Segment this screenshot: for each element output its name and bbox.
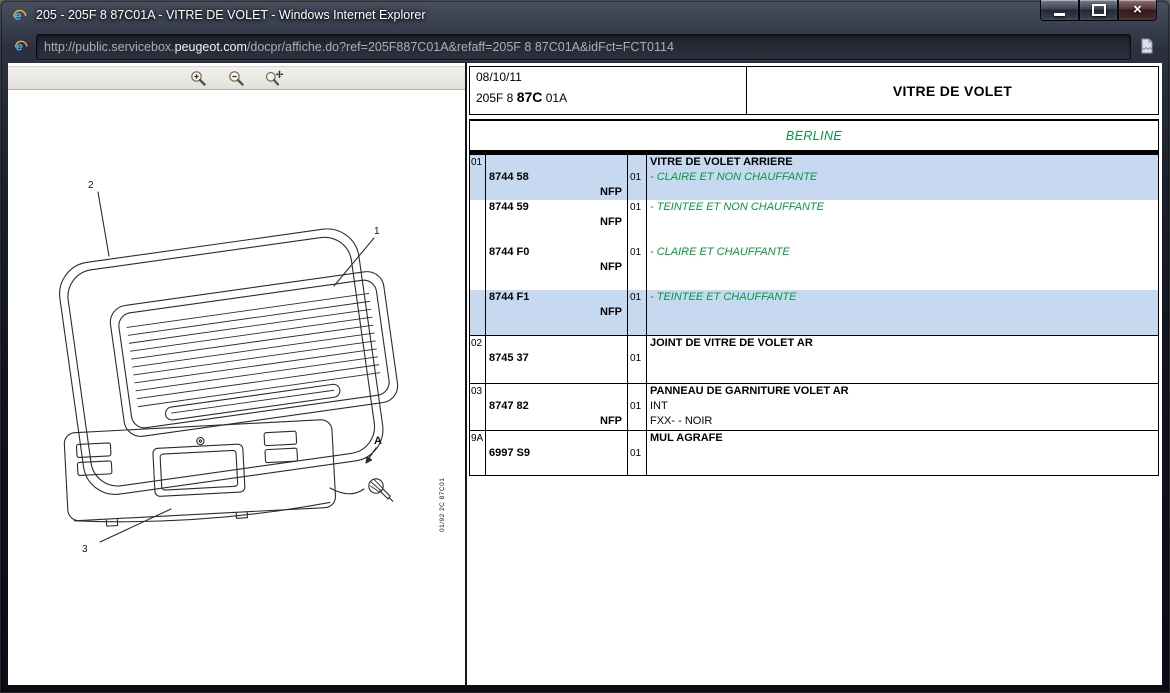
group-title: VITRE DE VOLET ARRIERE xyxy=(647,155,1158,170)
zoom-pan-button[interactable] xyxy=(264,69,286,87)
callout-3[interactable]: 3 xyxy=(82,544,88,555)
part-ref: 6997 S9 xyxy=(489,446,627,461)
document-reference: 205F 8 87C 01A xyxy=(476,88,740,107)
part-desc: - TEINTEE ET NON CHAUFFANTE xyxy=(650,201,824,213)
zoom-toolbar xyxy=(8,66,465,90)
group-title: JOINT DE VITRE DE VOLET AR xyxy=(647,336,1158,351)
doc-ref-bold: 87C xyxy=(517,89,543,105)
maximize-icon xyxy=(1092,4,1106,16)
zoom-in-button[interactable] xyxy=(188,69,210,87)
browser-window: e 205 - 205F 8 87C01A - VITRE DE VOLET -… xyxy=(0,0,1170,693)
svg-text:e: e xyxy=(16,39,23,53)
parts-panel: 08/10/11 205F 8 87C 01A VITRE DE VOLET B… xyxy=(467,63,1162,685)
callout-2[interactable]: 2 xyxy=(88,180,94,191)
part-ref: 8744 58 xyxy=(489,170,627,185)
part-desc-2: FXX- - NOIR xyxy=(650,414,1158,429)
part-ref: 8744 F1 xyxy=(489,290,627,305)
part-desc: - CLAIRE ET NON CHAUFFANTE xyxy=(650,171,817,183)
group-title: MUL AGRAFE xyxy=(647,431,1158,446)
part-qty: 01 xyxy=(628,170,647,200)
close-icon: × xyxy=(1133,1,1142,19)
part-qty: 01 xyxy=(628,446,647,475)
minimize-icon xyxy=(1054,13,1065,16)
parts-header-left: 08/10/11 205F 8 87C 01A xyxy=(470,67,747,114)
part-row[interactable]: 8745 37 01 xyxy=(470,351,1158,383)
part-nfp: NFP xyxy=(489,305,627,320)
group-title-row: 9A MUL AGRAFE xyxy=(470,430,1158,446)
part-row[interactable]: 8747 82 NFP 01 INT FXX- - NOIR xyxy=(470,399,1158,430)
part-desc: - CLAIRE ET CHAUFFANTE xyxy=(650,246,790,258)
compatibility-view-icon[interactable] xyxy=(1139,38,1157,56)
part-row[interactable]: 8744 F0 NFP 01 - CLAIRE ET CHAUFFANTE xyxy=(470,245,1158,290)
callout-1[interactable]: 1 xyxy=(374,226,380,237)
part-row[interactable]: 8744 58 NFP 01 - CLAIRE ET NON CHAUFFANT… xyxy=(470,170,1158,200)
part-qty: 01 xyxy=(628,245,647,290)
part-nfp: NFP xyxy=(489,215,627,230)
part-row[interactable]: 6997 S9 01 xyxy=(470,446,1158,475)
part-ref: 8745 37 xyxy=(489,351,627,366)
url-prefix: http://public.servicebox. xyxy=(44,40,175,54)
page-content: 2 1 3 A 01/92 2C 87C01 08/10/11 205F 8 8… xyxy=(8,63,1162,685)
maximize-button[interactable] xyxy=(1079,0,1118,21)
close-button[interactable]: × xyxy=(1118,0,1157,21)
window-title: 205 - 205F 8 87C01A - VITRE DE VOLET - W… xyxy=(36,8,426,22)
group-number: 9A xyxy=(470,431,486,446)
part-qty: 01 xyxy=(628,351,647,383)
part-row[interactable]: 8744 59 NFP 01 - TEINTEE ET NON CHAUFFAN… xyxy=(470,200,1158,245)
url-path: /docpr/affiche.do?ref=205F887C01A&refaff… xyxy=(247,40,674,54)
group-title-row: 02 JOINT DE VITRE DE VOLET AR xyxy=(470,335,1158,351)
svg-text:e: e xyxy=(14,8,21,23)
title-bar: e 205 - 205F 8 87C01A - VITRE DE VOLET -… xyxy=(0,0,1170,30)
callout-a[interactable]: A xyxy=(374,435,382,447)
part-qty: 01 xyxy=(628,200,647,245)
part-qty: 01 xyxy=(628,399,647,430)
part-desc: - TEINTEE ET CHAUFFANTE xyxy=(650,291,796,303)
ie-logo-icon: e xyxy=(11,7,28,24)
document-date: 08/10/11 xyxy=(476,70,740,85)
group-title: PANNEAU DE GARNITURE VOLET AR xyxy=(647,384,1158,399)
doc-ref-prefix: 205F 8 xyxy=(476,91,517,105)
group-title-row: 01 VITRE DE VOLET ARRIERE xyxy=(470,155,1158,170)
page-title: VITRE DE VOLET xyxy=(747,67,1158,114)
address-favicon-icon: e xyxy=(13,38,30,55)
part-nfp: NFP xyxy=(489,414,627,429)
group-title-row: 03 PANNEAU DE GARNITURE VOLET AR xyxy=(470,383,1158,399)
zoom-out-button[interactable] xyxy=(226,69,248,87)
doc-ref-suffix: 01A xyxy=(542,91,567,105)
parts-table: 01 VITRE DE VOLET ARRIERE 8744 58 NFP 01… xyxy=(469,155,1159,476)
part-desc: INT xyxy=(650,399,1158,414)
minimize-button[interactable] xyxy=(1040,0,1079,21)
group-number: 02 xyxy=(470,336,486,351)
part-ref: 8744 F0 xyxy=(489,245,627,260)
group-number: 03 xyxy=(470,384,486,399)
technical-drawing: 2 1 3 A 01/92 2C 87C01 xyxy=(8,90,463,685)
url-domain: peugeot.com xyxy=(175,40,247,54)
part-nfp: NFP xyxy=(489,185,627,200)
drawing-area: 2 1 3 A 01/92 2C 87C01 xyxy=(8,90,465,685)
drawing-reference-label: 01/92 2C 87C01 xyxy=(439,478,446,532)
url-field[interactable]: http://public.servicebox.peugeot.com/doc… xyxy=(36,34,1131,60)
part-ref: 8744 59 xyxy=(489,200,627,215)
part-nfp: NFP xyxy=(489,260,627,275)
address-bar: e http://public.servicebox.peugeot.com/d… xyxy=(8,30,1162,63)
part-row[interactable]: 8744 F1 NFP 01 - TEINTEE ET CHAUFFANTE xyxy=(470,290,1158,335)
window-controls: × xyxy=(1040,0,1157,21)
drawing-panel: 2 1 3 A 01/92 2C 87C01 xyxy=(8,63,467,685)
parts-header: 08/10/11 205F 8 87C 01A VITRE DE VOLET xyxy=(469,66,1159,115)
part-ref: 8747 82 xyxy=(489,399,627,414)
part-qty: 01 xyxy=(628,290,647,335)
group-number: 01 xyxy=(470,155,486,170)
variant-banner: BERLINE xyxy=(469,119,1159,155)
